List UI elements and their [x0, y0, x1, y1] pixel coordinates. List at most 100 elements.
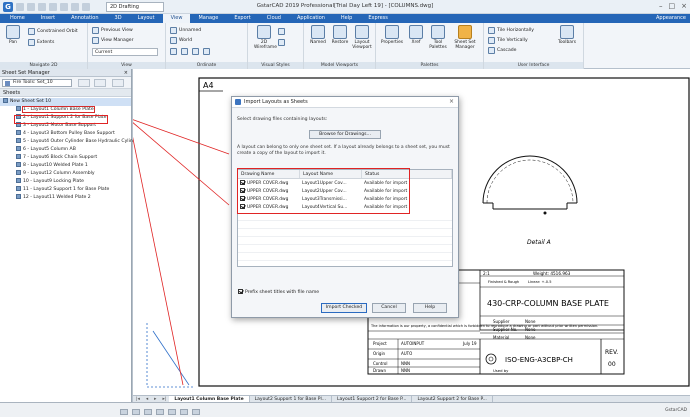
- tree-sheet[interactable]: 12 - Layout11 Welded Plate 2: [0, 194, 131, 202]
- dialog-title: Import Layouts as Sheets: [244, 99, 308, 105]
- tree-sheet[interactable]: 5 - Layout4 Outer Cylinder Base Hydrauli…: [0, 138, 140, 146]
- ucs-origin-icon[interactable]: [170, 48, 177, 55]
- xref-button[interactable]: Xref: [406, 25, 426, 45]
- tile-vertically-button[interactable]: Tile Vertically: [488, 37, 528, 44]
- row-checkbox[interactable]: [240, 204, 245, 209]
- extents-button[interactable]: Extents: [28, 39, 54, 46]
- minimize-icon[interactable]: –: [659, 2, 663, 10]
- tab-express[interactable]: Express: [360, 14, 396, 23]
- tab-export[interactable]: Export: [226, 14, 258, 23]
- ucs-z-icon[interactable]: [203, 48, 210, 55]
- group-ordinate: Unnamed World Ordinate: [166, 23, 248, 69]
- publish-button[interactable]: [78, 79, 90, 87]
- restore-button[interactable]: Restore: [330, 25, 350, 45]
- col-layout-name[interactable]: Layout Name: [300, 170, 362, 178]
- tab-manage[interactable]: Manage: [190, 14, 226, 23]
- help-button[interactable]: Help: [413, 303, 447, 313]
- col-status[interactable]: Status: [362, 170, 452, 178]
- row-checkbox[interactable]: [240, 188, 245, 193]
- sheet-set-manager-button[interactable]: Sheet Set Manager: [452, 25, 478, 50]
- visual-style-tool-2[interactable]: [278, 39, 285, 46]
- named-viewports-icon: [311, 25, 325, 39]
- tab-home[interactable]: Home: [2, 14, 33, 23]
- properties-button[interactable]: Properties: [380, 25, 404, 45]
- tab-layout[interactable]: Layout: [130, 14, 163, 23]
- tab-application[interactable]: Application: [289, 14, 333, 23]
- ribbon-panel: Pan Constrained Orbit Extents Navigate 2…: [0, 23, 690, 69]
- cascade-button[interactable]: Cascade: [488, 47, 517, 54]
- tab-3d[interactable]: 3D: [107, 14, 130, 23]
- tree-sheet[interactable]: 9 - Layout12 Column Assembly: [0, 170, 131, 178]
- appearance-menu[interactable]: Appearance: [656, 14, 686, 23]
- osnap-icon[interactable]: [168, 409, 176, 415]
- sheet-set-select[interactable]: Fire Tools: Set_10: [2, 79, 72, 87]
- tab-annotation[interactable]: Annotation: [63, 14, 106, 23]
- view-manager-button[interactable]: View Manager: [92, 37, 134, 44]
- tree-sheet[interactable]: 2 - Layout1 Support 2 for Base Plate: [0, 114, 131, 122]
- otrack-icon[interactable]: [180, 409, 188, 415]
- import-checked-button[interactable]: Import Checked: [321, 303, 367, 313]
- toolbars-button[interactable]: Toolbars: [554, 25, 580, 45]
- list-row[interactable]: UPPER COVER.dwg Layout1Upper Cov... Avai…: [238, 180, 452, 188]
- prefix-option[interactable]: Prefix sheet titles with file name: [238, 289, 319, 295]
- tool-palettes-button[interactable]: Tool Palettes: [428, 25, 448, 50]
- view-options-button[interactable]: [94, 79, 106, 87]
- tree-sheet[interactable]: 8 - Layout10 Welded Plate 1: [0, 162, 131, 170]
- maximize-icon[interactable]: □: [669, 2, 676, 10]
- named-viewports-button[interactable]: Named: [308, 25, 328, 45]
- close-icon[interactable]: ×: [124, 69, 128, 77]
- notice-text: The information is our property, a confi…: [370, 324, 598, 328]
- tree-root[interactable]: New Sheet Set 10: [0, 98, 131, 106]
- layout-viewport-button[interactable]: Layout Viewport: [352, 25, 372, 50]
- ortho-icon[interactable]: [144, 409, 152, 415]
- tab-insert[interactable]: Insert: [33, 14, 63, 23]
- tree-sheet[interactable]: 7 - Layout6 Block Chain Support: [0, 154, 131, 162]
- sheet-icon: [16, 170, 21, 175]
- col-drawing-name[interactable]: Drawing Name: [238, 170, 300, 178]
- snap-icon[interactable]: [120, 409, 128, 415]
- tile-horizontally-button[interactable]: Tile Horizontally: [488, 27, 534, 34]
- close-icon[interactable]: ×: [681, 2, 687, 10]
- ucs-world-select[interactable]: World: [170, 37, 192, 44]
- list-row[interactable]: UPPER COVER.dwg Layout2Upper Cov... Avai…: [238, 188, 452, 196]
- pan-button[interactable]: Pan: [3, 25, 23, 45]
- browse-drawings-button[interactable]: Browse for Drawings...: [309, 130, 381, 139]
- grid-icon[interactable]: [132, 409, 140, 415]
- tolerance-label: Linear: +-0.5: [528, 280, 551, 284]
- polar-icon[interactable]: [156, 409, 164, 415]
- extents-icon: [28, 39, 35, 46]
- cancel-button[interactable]: Cancel: [372, 303, 406, 313]
- previous-view-button[interactable]: Previous View: [92, 27, 133, 34]
- prefix-checkbox[interactable]: [238, 289, 243, 294]
- tab-help[interactable]: Help: [333, 14, 360, 23]
- lweight-icon[interactable]: [192, 409, 200, 415]
- close-icon[interactable]: ×: [449, 98, 454, 105]
- ucs-unnamed-select[interactable]: Unnamed: [170, 27, 201, 34]
- sheet-icon: [16, 154, 21, 159]
- orbit-button[interactable]: Constrained Orbit: [28, 28, 78, 35]
- dialog-titlebar: Import Layouts as Sheets ×: [232, 97, 458, 108]
- view-select[interactable]: Current: [92, 48, 158, 56]
- wireframe-button[interactable]: 2D Wireframe: [254, 25, 277, 50]
- tree-sheet[interactable]: 11 - Layout2 Support 1 for Base Plate: [0, 186, 131, 194]
- tree-sheet[interactable]: 4 - Layout3 Bottom Pulley Base Support: [0, 130, 131, 138]
- list-row[interactable]: UPPER COVER.dwg Layout3Transmissi... Ava…: [238, 196, 452, 204]
- tree-sheet[interactable]: 3 - Layout2 Motor Base Support: [0, 122, 131, 130]
- row-checkbox[interactable]: [240, 196, 245, 201]
- world-icon: [170, 37, 177, 44]
- ucs-y-icon[interactable]: [192, 48, 199, 55]
- panel-title: Sheet Set Manager: [2, 70, 50, 76]
- tab-view[interactable]: View: [162, 14, 191, 23]
- row-checkbox[interactable]: [240, 180, 245, 185]
- sheet-set-icon: [3, 98, 8, 103]
- ucs-x-icon[interactable]: [181, 48, 188, 55]
- help-button[interactable]: [112, 79, 124, 87]
- cascade-icon: [488, 47, 495, 54]
- tree-sheet[interactable]: 1 - Layout1 Column Base Plate: [0, 106, 131, 114]
- tab-cloud[interactable]: Cloud: [259, 14, 289, 23]
- tree-sheet[interactable]: 6 - Layout5 Column AB: [0, 146, 131, 154]
- tree-sheet[interactable]: 10 - Layout9 Locking Plate: [0, 178, 131, 186]
- visual-style-tool-1[interactable]: [278, 28, 285, 35]
- list-row[interactable]: UPPER COVER.dwg Layout4Vertical Su... Av…: [238, 204, 452, 212]
- tile-vertical-icon: [488, 37, 495, 44]
